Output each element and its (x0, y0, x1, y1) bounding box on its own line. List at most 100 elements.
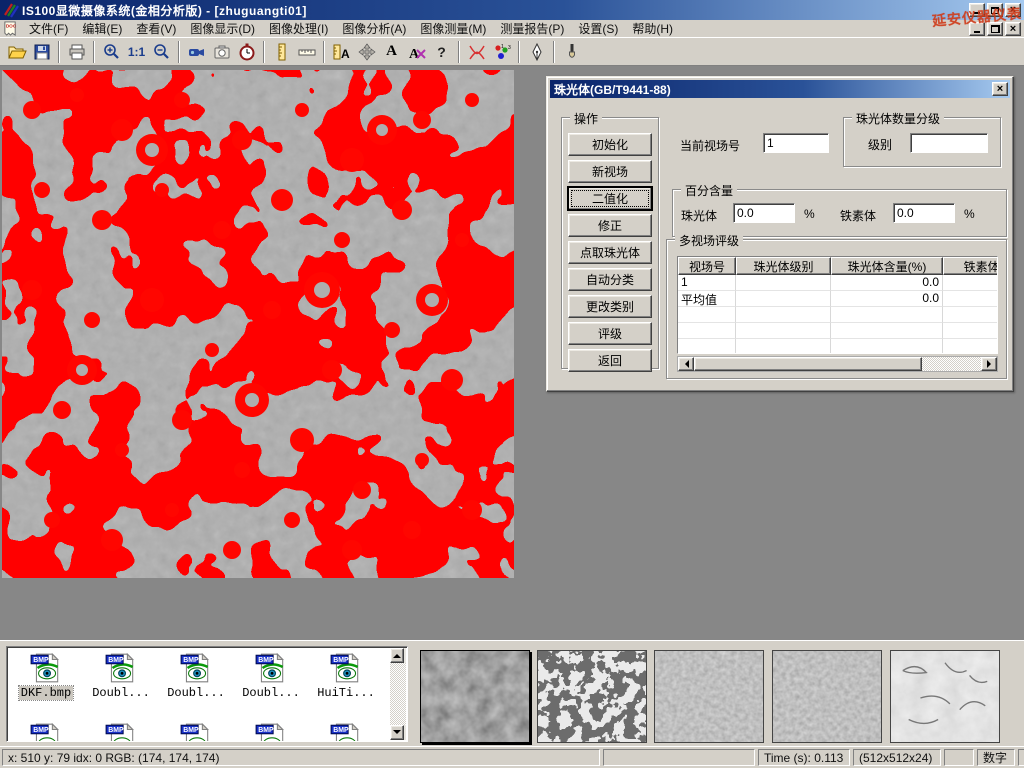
pick-pearlite-button[interactable]: 点取珠光体 (568, 241, 652, 264)
svg-text:A: A (409, 47, 420, 62)
file-item[interactable]: BMP (234, 721, 308, 742)
video-capture-button[interactable] (184, 40, 209, 64)
file-item[interactable]: BMP (309, 721, 383, 742)
scroll-left-button[interactable] (678, 357, 694, 371)
stopwatch-icon (237, 42, 257, 62)
init-button[interactable]: 初始化 (568, 133, 652, 156)
ferrite-label: 铁素体 (840, 207, 876, 224)
close-button[interactable]: × (1005, 3, 1021, 17)
scroll-down-button[interactable] (390, 725, 404, 740)
move-cross-icon (357, 42, 377, 62)
dialog-title-bar[interactable]: 珠光体(GB/T9441-88) × (550, 80, 1010, 98)
ferrite-percent-input[interactable] (893, 203, 955, 223)
curve-icon (467, 42, 487, 62)
menu-image-processing[interactable]: 图像处理(I) (262, 19, 335, 38)
dialog-close-button[interactable]: × (992, 82, 1008, 96)
file-item[interactable]: BMP Doubl... (159, 651, 233, 700)
rate-button[interactable]: 评级 (568, 322, 652, 345)
child-minimize-button[interactable] (969, 22, 985, 36)
svg-text:A: A (341, 47, 350, 61)
menu-settings[interactable]: 设置(S) (571, 19, 625, 38)
thumbnail-1[interactable] (420, 650, 530, 743)
rating-table[interactable]: 视场号 珠光体级别 珠光体含量(%) 铁素体含量(%) 1 0.0 平均值 0.… (677, 256, 998, 354)
timer-button[interactable] (234, 40, 259, 64)
file-name[interactable]: DKF.bmp (19, 686, 73, 700)
save-button[interactable] (29, 40, 54, 64)
file-name[interactable]: Doubl... (165, 686, 227, 700)
curve-button[interactable] (464, 40, 489, 64)
text-style-button[interactable]: A (404, 40, 429, 64)
thumbnail-5[interactable] (890, 650, 1000, 743)
scrollbar-thumb[interactable] (694, 357, 922, 371)
help-button[interactable]: ? (429, 40, 454, 64)
file-name[interactable]: Doubl... (240, 686, 302, 700)
file-item[interactable]: BMP DKF.bmp (9, 651, 83, 700)
file-item[interactable]: BMP (84, 721, 158, 742)
bmp-file-icon: BMP (329, 651, 363, 685)
header-pearlite-level[interactable]: 珠光体级别 (736, 257, 831, 275)
file-name[interactable]: Doubl... (90, 686, 152, 700)
cell-ferrite (943, 291, 998, 307)
table-row[interactable]: 平均值 0.0 (678, 291, 997, 307)
move-button[interactable] (354, 40, 379, 64)
scrollbar-track[interactable] (922, 357, 981, 371)
photo-capture-button[interactable] (209, 40, 234, 64)
change-class-button[interactable]: 更改类别 (568, 295, 652, 318)
open-button[interactable] (4, 40, 29, 64)
svg-text:DOC: DOC (6, 24, 17, 29)
print-button[interactable] (64, 40, 89, 64)
zoom-in-button[interactable] (99, 40, 124, 64)
ruler-horizontal-button[interactable] (294, 40, 319, 64)
maximize-button[interactable] (987, 3, 1003, 17)
scrollbar-track[interactable] (390, 663, 406, 725)
level-input[interactable] (910, 133, 988, 153)
table-horizontal-scrollbar[interactable] (677, 356, 998, 372)
file-list-scrollbar[interactable] (390, 648, 406, 740)
file-item[interactable]: BMP (9, 721, 83, 742)
file-item[interactable]: BMP Doubl... (234, 651, 308, 700)
header-field-no[interactable]: 视场号 (678, 257, 736, 275)
menu-help[interactable]: 帮助(H) (625, 19, 680, 38)
new-field-button[interactable]: 新视场 (568, 160, 652, 183)
auto-classify-button[interactable]: 自动分类 (568, 268, 652, 291)
metallographic-image-binarized[interactable] (2, 70, 514, 578)
table-row[interactable]: 1 0.0 (678, 275, 997, 291)
child-restore-button[interactable] (987, 22, 1003, 36)
menu-measure-report[interactable]: 测量报告(P) (493, 19, 571, 38)
file-item[interactable]: BMP (159, 721, 233, 742)
file-list[interactable]: BMP DKF.bmp BMP Doubl... (6, 646, 408, 742)
menu-view[interactable]: 查看(V) (129, 19, 183, 38)
minimize-button[interactable] (969, 3, 985, 17)
binarize-button[interactable]: 二值化 (568, 187, 652, 210)
child-close-button[interactable]: × (1005, 22, 1021, 36)
header-pearlite-content[interactable]: 珠光体含量(%) (831, 257, 943, 275)
file-item[interactable]: BMP Doubl... (84, 651, 158, 700)
menu-file[interactable]: 文件(F) (22, 19, 75, 38)
calibration-points-button[interactable]: 1 3 (489, 40, 514, 64)
table-row-empty (678, 307, 997, 323)
return-button[interactable]: 返回 (568, 349, 652, 372)
thumbnail-4[interactable] (772, 650, 882, 743)
file-name[interactable]: HuiTi... (315, 686, 377, 700)
scroll-right-button[interactable] (981, 357, 997, 371)
menu-image-display[interactable]: 图像显示(D) (183, 19, 262, 38)
current-field-input[interactable] (763, 133, 829, 153)
brush-button[interactable] (559, 40, 584, 64)
header-ferrite-content[interactable]: 铁素体含量(%) (943, 257, 998, 275)
pearlite-percent-input[interactable] (733, 203, 795, 223)
ruler-vertical-button[interactable] (269, 40, 294, 64)
file-item[interactable]: BMP HuiTi... (309, 651, 383, 700)
scroll-up-button[interactable] (390, 648, 404, 663)
menu-bar: DOC 文件(F) 编辑(E) 查看(V) 图像显示(D) 图像处理(I) 图像… (0, 20, 1024, 38)
menu-image-analysis[interactable]: 图像分析(A) (335, 19, 413, 38)
thumbnail-2[interactable] (537, 650, 647, 743)
measure-text-button[interactable]: A (329, 40, 354, 64)
pen-button[interactable] (524, 40, 549, 64)
menu-image-measure[interactable]: 图像测量(M) (413, 19, 493, 38)
text-button[interactable]: A (379, 40, 404, 64)
thumbnail-3[interactable] (654, 650, 764, 743)
actual-size-button[interactable]: 1:1 (124, 40, 149, 64)
correct-button[interactable]: 修正 (568, 214, 652, 237)
menu-edit[interactable]: 编辑(E) (75, 19, 129, 38)
zoom-out-button[interactable] (149, 40, 174, 64)
